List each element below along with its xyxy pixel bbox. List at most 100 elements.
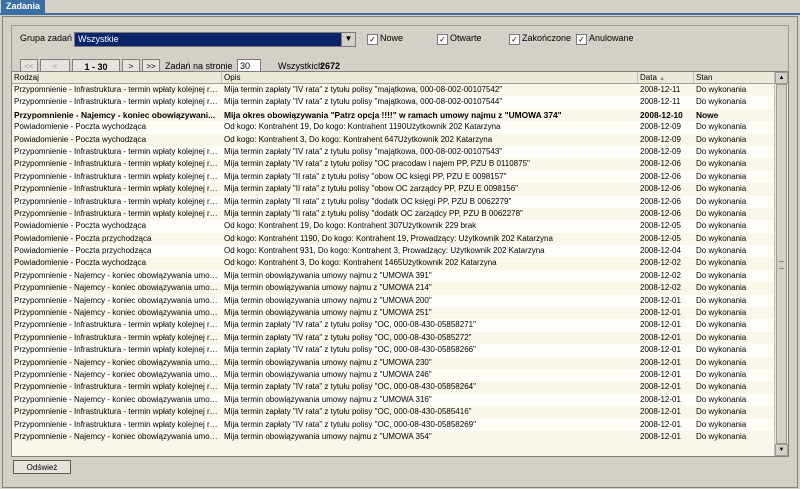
table-row[interactable]: Powiadomienie - Poczta wychodząca Od kogo… [12,220,774,233]
row-opis: Mija termin zapłaty "IV rata" z tytułu p… [224,85,503,94]
row-data: 2008-12-06 [640,196,681,206]
row-data: 2008-12-01 [640,295,681,305]
column-header-opis[interactable]: Opis [222,72,638,83]
chevron-down-icon[interactable]: ▼ [341,33,355,46]
table-row[interactable]: Przypomnienie - Infrastruktura - termin … [12,84,774,96]
tab-zadania[interactable]: Zadania [1,0,46,13]
row-stan: Do wykonania [696,382,747,392]
row-stan: Do wykonania [696,221,747,231]
table-row[interactable]: Przypomnienie - Najemcy - koniec obowiąz… [12,393,774,407]
row-rodzaj: Przypomnienie - Najemcy - koniec obowiąz… [14,431,219,441]
table-row[interactable]: Przypomnienie - Infrastruktura - termin … [12,406,774,418]
row-data: 2008-12-11 [640,97,681,107]
sort-asc-icon: ▲ [659,76,666,82]
row-data: 2008-12-04 [640,246,681,256]
row-data: 2008-12-06 [640,208,681,218]
row-data: 2008-12-01 [640,419,681,429]
column-header-data-label: Data [640,73,657,82]
checkbox-anulowane[interactable]: ✓ [576,34,587,45]
per-page-label: Zadań na stronie [165,61,233,71]
row-opis: Mija termin zapłaty "IV rata" z tytułu p… [224,419,476,429]
tab-bar: Zadania [0,0,800,15]
grip-icon [779,261,784,269]
row-data: 2008-12-02 [640,270,681,280]
table-row[interactable]: Przypomnienie - Infrastruktura - termin … [12,208,774,220]
row-stan: Do wykonania [696,357,747,367]
table-row[interactable]: Przypomnienie - Najemcy - koniec obowiąz… [12,269,774,283]
row-data: 2008-12-05 [640,221,681,231]
row-rodzaj: Przypomnienie - Infrastruktura - termin … [14,146,219,156]
checkbox-zakonczone[interactable]: ✓ [509,34,520,45]
refresh-button[interactable]: Odśwież [13,460,71,474]
row-rodzaj: Przypomnienie - Infrastruktura - termin … [14,208,219,218]
row-opis: Mija termin obowiązywania umowy najmu z … [224,357,432,367]
row-stan: Do wykonania [696,97,747,107]
row-rodzaj: Powiadomienie - Poczta przychodząca [14,233,152,243]
table-row[interactable]: Przypomnienie - Infrastruktura - termin … [12,344,774,357]
row-rodzaj: Przypomnienie - Infrastruktura - termin … [14,419,219,429]
scroll-down-icon[interactable]: ▼ [775,444,788,456]
table-row[interactable]: Przypomnienie - Infrastruktura - termin … [12,319,774,332]
row-opis: Od kogo: Kontrahent 19, Do kogo: Kontrah… [224,122,501,132]
table-row[interactable]: Powiadomienie - Poczta wychodząca Od kogo… [12,257,774,269]
table-row[interactable]: Powiadomienie - Poczta wychodząca Od kogo… [12,134,774,146]
row-opis: Mija termin zapłaty "IV rata" z tytułu p… [224,407,472,417]
row-rodzaj: Przypomnienie - Infrastruktura - termin … [14,184,219,194]
table-row[interactable]: Powiadomienie - Poczta przychodząca Od ko… [12,233,774,245]
table-row[interactable]: Przypomnienie - Infrastruktura - termin … [12,145,774,159]
table-row[interactable]: Przypomnienie - Infrastruktura - termin … [12,381,774,393]
table-row[interactable]: Przypomnienie - Infrastruktura - termin … [12,170,774,184]
checkbox-nowe[interactable]: ✓ [367,34,378,45]
tasks-panel: Grupa zadań Wszystkie ▼ ✓ Nowe ✓ Otwarte… [2,16,798,488]
row-rodzaj: Przypomnienie - Najemcy - koniec obowiąz… [14,270,219,280]
row-data: 2008-12-01 [640,394,681,404]
row-data: 2008-12-05 [640,233,681,243]
row-stan: Do wykonania [696,146,747,156]
column-header-stan[interactable]: Stan [694,72,774,83]
checkbox-otwarte[interactable]: ✓ [437,34,448,45]
table-row[interactable]: Przypomnienie - Infrastruktura - termin … [12,96,774,109]
table-row[interactable]: Przypomnienie - Najemcy - koniec obowiąz… [12,282,774,294]
scroll-up-icon[interactable]: ▲ [775,72,788,84]
table-row[interactable]: Powiadomienie - Poczta wychodząca Od kogo… [12,121,774,134]
row-stan: Do wykonania [696,159,747,169]
table-row[interactable]: Przypomnienie - Najemcy - koniec obowiąz… [12,109,774,121]
row-stan: Do wykonania [696,258,747,268]
checkbox-anulowane-label: Anulowane [589,33,634,43]
row-opis: Mija termin zapłaty "II rata" z tytułu p… [224,184,519,194]
table-row[interactable]: Przypomnienie - Najemcy - koniec obowiąz… [12,294,774,308]
group-select-value: Wszystkie [75,33,341,46]
row-data: 2008-12-01 [640,357,681,367]
scroll-thumb[interactable] [776,84,787,444]
group-select[interactable]: Wszystkie ▼ [74,32,356,47]
table-row[interactable]: Przypomnienie - Najemcy - koniec obowiąz… [12,431,774,443]
row-rodzaj: Przypomnienie - Infrastruktura - termin … [14,196,219,206]
table-row[interactable]: Przypomnienie - Infrastruktura - termin … [12,158,774,170]
row-opis: Mija termin obowiązywania umowy najmu z … [224,308,432,318]
row-stan: Do wykonania [696,184,747,194]
table-row[interactable]: Przypomnienie - Infrastruktura - termin … [12,332,774,344]
table-row[interactable]: Przypomnienie - Najemcy - koniec obowiąz… [12,368,774,382]
row-data: 2008-12-01 [640,407,681,417]
column-header-data[interactable]: Data ▲ [638,72,694,83]
row-rodzaj: Powiadomienie - Poczta wychodząca [14,221,147,231]
table-row[interactable]: Przypomnienie - Infrastruktura - termin … [12,418,774,431]
row-data: 2008-12-02 [640,283,681,293]
row-opis: Mija termin obowiązywania umowy najmu z … [224,295,432,305]
table-row[interactable]: Przypomnienie - Najemcy - koniec obowiąz… [12,307,774,319]
table-row[interactable]: Przypomnienie - Infrastruktura - termin … [12,183,774,195]
table-row[interactable]: Przypomnienie - Najemcy - koniec obowiąz… [12,357,774,369]
table-row[interactable]: Przypomnienie - Infrastruktura - termin … [12,195,774,208]
row-rodzaj: Przypomnienie - Infrastruktura - termin … [14,382,219,392]
row-stan: Do wykonania [696,171,747,181]
vertical-scrollbar[interactable]: ▲ ▼ [774,72,788,456]
column-header-rodzaj[interactable]: Rodzaj [12,72,222,83]
row-data: 2008-12-11 [640,85,681,94]
row-opis: Mija termin zapłaty "II rata" z tytułu p… [224,196,512,206]
row-rodzaj: Przypomnienie - Infrastruktura - termin … [14,85,219,94]
row-stan: Do wykonania [696,134,747,144]
row-rodzaj: Przypomnienie - Najemcy - koniec obowiąz… [14,369,219,379]
table-row[interactable]: Powiadomienie - Poczta przychodząca Od ko… [12,245,774,258]
row-opis: Mija termin zapłaty "IV rata" z tytułu p… [224,345,476,355]
row-rodzaj: Przypomnienie - Infrastruktura - termin … [14,320,219,330]
